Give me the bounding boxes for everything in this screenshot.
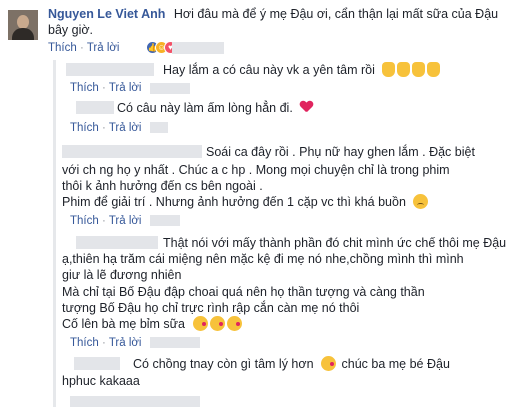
like-link[interactable]: Thích — [70, 122, 99, 134]
redacted-author — [74, 357, 120, 370]
redacted-block — [70, 396, 200, 407]
separator-dot: · — [101, 215, 106, 227]
profile-photo-avatar[interactable] — [8, 10, 38, 40]
reply-text-line: tượng Bố Đậu họ chỉ trực rình rập cắn cà… — [62, 301, 360, 315]
redacted-block — [150, 83, 190, 94]
reply-actions: Thích · Trả lời — [70, 82, 141, 94]
red-heart-emoji-icon — [300, 101, 313, 114]
reply-actions: Thích · Trả lời — [70, 122, 141, 134]
ok-hand-emoji-icon — [397, 62, 411, 77]
reply-link[interactable]: Trả lời — [109, 82, 142, 94]
redacted-block — [150, 337, 200, 348]
reply-text-line: Mà chỉ tại Bố Đậu đập choai quá nên họ t… — [62, 285, 425, 299]
face-blowing-kiss-emoji-icon — [192, 316, 208, 331]
redacted-author — [62, 145, 202, 158]
redacted-author — [76, 101, 114, 114]
reply-text: Có câu này làm ấm lòng hẳn đi. — [117, 101, 293, 115]
reply-text: Cố lên bà mẹ bỉm sữa — [62, 317, 186, 331]
reply-text-line: Phim để giải trí . Nhưng ảnh hưởng đến 1… — [62, 194, 429, 210]
reply-link[interactable]: Trả lời — [109, 122, 142, 134]
ok-hand-emoji-icon — [412, 62, 426, 77]
face-blowing-kiss-emoji-icon — [226, 316, 242, 331]
disappointed-face-emoji-icon — [413, 194, 429, 209]
like-link[interactable]: Thích — [48, 42, 77, 54]
reply-text: Hay lắm a có câu này vk a yên tâm rồi — [163, 63, 375, 77]
reply-text: Phim để giải trí . Nhưng ảnh hưởng đến 1… — [62, 195, 406, 209]
reply-text-line: Hay lắm a có câu này vk a yên tâm rồi — [163, 62, 442, 78]
main-comment-actions: Thích · Trả lời — [48, 42, 119, 54]
separator-dot: · — [101, 82, 106, 94]
reply-text-line: hphuc kakaaa — [62, 374, 140, 388]
reply-link[interactable]: Trả lời — [109, 215, 142, 227]
comment-author-link[interactable]: Nguyen Le Viet Anh — [48, 7, 165, 21]
reply-text-line: Có câu này làm ấm lòng hẳn đi. — [117, 100, 313, 116]
redacted-block — [150, 215, 180, 226]
redacted-block — [172, 42, 224, 54]
reply-link[interactable]: Trả lời — [87, 42, 120, 54]
separator-dot: · — [101, 337, 106, 349]
main-comment-text-line2: bây giờ. — [48, 23, 94, 37]
reply-text-line: thôi k ảnh hưởng đến cs bên ngoài . — [62, 179, 263, 193]
face-blowing-kiss-emoji-icon — [209, 316, 225, 331]
like-link[interactable]: Thích — [70, 82, 99, 94]
avatar-body-shape — [12, 28, 34, 40]
comment-text: Hơi đâu mà để ý mẹ Đậu ơi, cẩn thận lại … — [173, 7, 499, 21]
face-blowing-kiss-emoji-icon — [321, 356, 337, 371]
reply-link[interactable]: Trả lời — [109, 337, 142, 349]
reply-thread-rule — [53, 60, 56, 407]
redacted-author — [66, 63, 154, 76]
reply-text-line: ạ,thiên hạ trăm cái miệng nên mặc kệ đi … — [62, 252, 464, 266]
separator-dot: · — [79, 42, 84, 54]
ok-hand-emoji-icon — [382, 62, 396, 77]
reply-actions: Thích · Trả lời — [70, 337, 141, 349]
reply-text-line: Thật nói với mấy thành phần đó chit mình… — [163, 236, 507, 250]
like-link[interactable]: Thích — [70, 215, 99, 227]
reply-text-line: giư là lẽ đương nhiên — [62, 268, 182, 282]
avatar-face-shape — [17, 15, 29, 29]
separator-dot: · — [101, 122, 106, 134]
redacted-block — [150, 122, 168, 133]
redacted-author — [76, 236, 158, 249]
like-link[interactable]: Thích — [70, 337, 99, 349]
reply-text-line: với ch ng họ y nhất . Chúc a c hp . Mong… — [62, 163, 450, 177]
main-comment-text-line1: Nguyen Le Viet Anh Hơi đâu mà để ý mẹ Đậ… — [48, 6, 498, 22]
reply-text-line: Soái ca đây rồi . Phụ nữ hay ghen lắm . … — [206, 145, 475, 159]
reply-text: chúc ba mẹ bé Đậu — [341, 357, 450, 371]
reply-text-line: Cố lên bà mẹ bỉm sữa — [62, 316, 244, 332]
reply-text-line: Có chồng tnay còn gì tâm lý hơn chúc ba … — [133, 356, 450, 372]
reply-actions: Thích · Trả lời — [70, 215, 141, 227]
ok-hand-emoji-icon — [427, 62, 441, 77]
main-comment: Nguyen Le Viet Anh Hơi đâu mà để ý mẹ Đậ… — [0, 0, 507, 58]
reply-text: Có chồng tnay còn gì tâm lý hơn — [133, 357, 314, 371]
